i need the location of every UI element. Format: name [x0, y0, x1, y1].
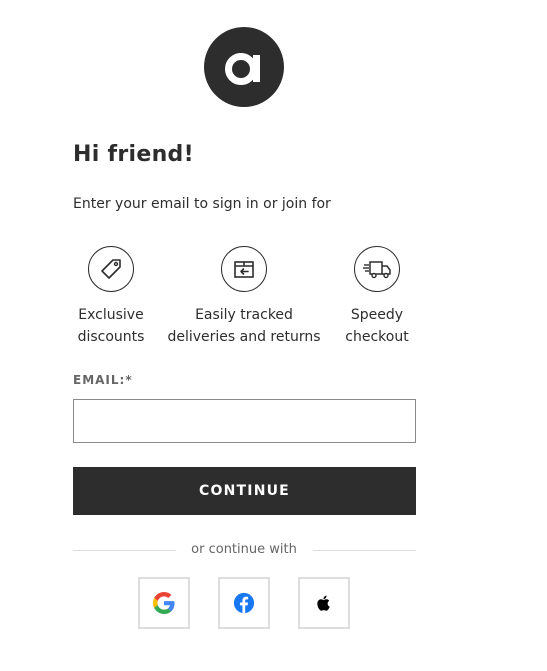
google-sign-in-button[interactable] — [138, 577, 190, 629]
asos-logo — [204, 27, 284, 107]
facebook-sign-in-button[interactable] — [218, 577, 270, 629]
email-label: EMAIL:* — [73, 373, 133, 387]
benefit-speedy-checkout: Speedy checkout — [292, 246, 462, 348]
logo-letter-a-icon — [225, 53, 260, 85]
price-tag-icon — [101, 259, 121, 279]
google-icon — [153, 592, 175, 614]
benefit-icon-circle — [88, 246, 134, 292]
return-box-icon — [234, 261, 254, 278]
delivery-truck-icon — [363, 261, 391, 279]
benefit-icon-circle — [354, 246, 400, 292]
apple-icon — [317, 595, 330, 611]
continue-button[interactable]: CONTINUE — [73, 467, 416, 515]
email-field[interactable] — [73, 399, 416, 443]
or-continue-with-text: or continue with — [191, 542, 297, 557]
divider-line-left — [73, 550, 176, 551]
benefit-label: Speedy checkout — [292, 304, 462, 348]
page-subtitle: Enter your email to sign in or join for — [73, 196, 331, 212]
apple-sign-in-button[interactable] — [298, 577, 350, 629]
benefit-label-line2: checkout — [345, 329, 409, 345]
benefit-label-line1: Speedy — [350, 307, 404, 323]
divider-line-right — [313, 550, 416, 551]
benefit-icon-circle — [221, 246, 267, 292]
facebook-icon — [233, 592, 255, 614]
page-title: Hi friend! — [73, 142, 194, 167]
